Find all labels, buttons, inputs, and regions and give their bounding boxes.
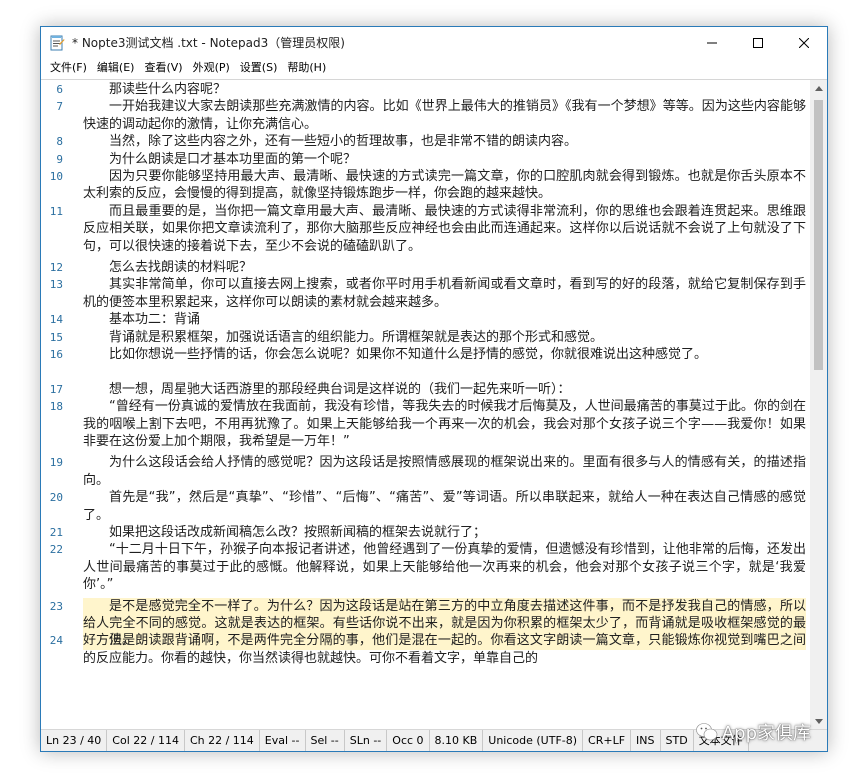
chevron-up-icon [814, 86, 823, 91]
status-encoding[interactable]: Unicode (UTF-8) [483, 730, 584, 751]
line-number: 11 [49, 204, 63, 218]
line-number: 9 [56, 152, 63, 166]
text-line[interactable]: 而且最重要的是，当你把一篇文章用最大声、最清晰、最快速的方式读得非常流利，你的思… [83, 203, 806, 255]
text-line[interactable]: 想一想，周星驰大话西游里的那段经典台词是这样说的（我们一起先来听一听）： [83, 381, 806, 398]
menu-settings[interactable]: 设置(S) [235, 58, 283, 78]
watermark: App家俱库 [696, 719, 811, 745]
text-line[interactable]: 但是朗读跟背诵啊，不是两件完全分隔的事，他们是混在一起的。你看这文字朗读一篇文章… [83, 632, 806, 667]
title-bar[interactable]: * Nopte3测试文档 .txt - Notepad3（管理员权限) [41, 27, 827, 58]
text-line[interactable]: 为什么这段话会给人抒情的感觉呢？因为这段话是按照情感展现的框架说出来的。里面有很… [83, 454, 806, 489]
minimize-button[interactable] [689, 27, 735, 58]
status-file-size: 8.10 KB [430, 730, 484, 751]
text-line[interactable]: 那读些什么内容呢？ [83, 81, 806, 98]
menu-view[interactable]: 查看(V) [139, 58, 187, 78]
status-selection: Sel -- [306, 730, 345, 751]
maximize-icon [753, 37, 763, 48]
menu-help[interactable]: 帮助(H) [282, 58, 331, 78]
status-column[interactable]: Col 22 / 114 [107, 730, 185, 751]
maximize-button[interactable] [735, 27, 781, 58]
text-content[interactable]: 那读些什么内容呢？ 一开始我建议大家去朗读那些充满激情的内容。比如《世界上最伟大的… [83, 80, 810, 730]
line-number: 7 [56, 100, 63, 114]
text-line[interactable]: 其实非常简单，你可以直接去网上搜索，或者你平时用手机看新闻或看文章时，看到写的好… [83, 276, 806, 311]
status-insert-mode[interactable]: INS [631, 730, 661, 751]
scroll-up-button[interactable] [810, 80, 827, 97]
line-number: 19 [49, 456, 63, 470]
editor-area[interactable]: 6 7 8 9 10 11 12 13 14 15 16 17 18 19 20 21 22 23 24 那读些什么… [41, 79, 827, 730]
notepad-app-icon [49, 35, 65, 51]
text-line[interactable]: 首先是“我”，然后是“真挚”、“珍惜”、“后悔”、“痛苦”、爱”等词语。所以串联… [83, 489, 806, 524]
line-number: 10 [49, 170, 63, 183]
text-line[interactable]: 如果把这段话改成新闻稿怎么改？按照新闻稿的框架去说就行了； [83, 524, 806, 541]
status-line[interactable]: Ln 23 / 40 [41, 730, 108, 751]
status-occurrences: Occ 0 [387, 730, 430, 751]
line-number: 13 [49, 278, 63, 292]
line-number: 8 [56, 135, 63, 149]
line-number: 24 [49, 634, 63, 648]
line-number: 23 [49, 599, 63, 613]
line-number: 6 [56, 83, 63, 96]
status-std[interactable]: STD [661, 730, 694, 751]
text-line[interactable]: “曾经有一份真诚的爱情放在我面前，我没有珍惜，等我失去的时候我才后悔莫及，人世间… [83, 398, 806, 450]
line-number: 14 [49, 313, 63, 327]
text-line[interactable]: 因为只要你能够坚持用最大声、最清晰、最快速的方式读完一篇文章，你的口腔肌肉就会得… [83, 168, 806, 203]
close-icon [799, 37, 809, 48]
scroll-down-button[interactable] [810, 713, 827, 730]
menu-file[interactable]: 文件(F) [45, 58, 92, 78]
line-number: 18 [49, 400, 63, 414]
line-number: 16 [49, 348, 63, 361]
watermark-text: App家俱库 [721, 723, 811, 744]
text-line[interactable]: 为什么朗读是口才基本功里面的第一个呢？ [83, 151, 806, 168]
status-line-ending[interactable]: CR+LF [583, 730, 632, 751]
text-line[interactable]: 一开始我建议大家去朗读那些充满激情的内容。比如《世界上最伟大的推销员》《我有一个… [83, 98, 806, 133]
status-char[interactable]: Ch 22 / 114 [185, 730, 260, 751]
menu-edit[interactable]: 编辑(E) [92, 58, 140, 78]
line-number: 22 [49, 543, 63, 557]
minimize-icon [707, 42, 717, 43]
text-line[interactable]: 背诵就是积累框架，加强说话语言的组织能力。所谓框架就是表达的那个形式和感觉。 [83, 329, 806, 346]
menu-bar: 文件(F) 编辑(E) 查看(V) 外观(P) 设置(S) 帮助(H) [41, 58, 827, 78]
text-line[interactable]: 基本功二：背诵 [83, 311, 806, 328]
line-number: 12 [49, 261, 63, 274]
vertical-scrollbar[interactable] [810, 80, 827, 730]
status-selected-lines: SLn -- [345, 730, 388, 751]
line-number: 15 [49, 330, 63, 344]
scrollbar-thumb[interactable] [814, 100, 823, 370]
chevron-down-icon [814, 719, 823, 724]
wechat-icon [696, 723, 718, 741]
text-line[interactable]: 怎么去找朗读的材料呢？ [83, 259, 806, 276]
window-title: * Nopte3测试文档 .txt - Notepad3（管理员权限) [72, 36, 345, 50]
line-number: 20 [49, 491, 63, 505]
close-button[interactable] [781, 27, 827, 58]
line-number-gutter: 6 7 8 9 10 11 12 13 14 15 16 17 18 19 20 21 22 23 24 [41, 80, 71, 730]
text-line[interactable]: 当然，除了这些内容之外，还有一些短小的哲理故事，也是非常不错的朗读内容。 [83, 133, 806, 150]
menu-appearance[interactable]: 外观(P) [188, 58, 235, 78]
text-line[interactable]: 比如你想说一些抒情的话，你会怎么说呢？如果你不知道什么是抒情的感觉，你就很难说出… [83, 346, 806, 363]
text-line[interactable]: “十二月十日下午，孙猴子向本报记者讲述，他曾经遇到了一份真挚的爱情，但遗憾没有珍… [83, 541, 806, 593]
line-number: 17 [49, 382, 63, 396]
status-eval: Eval -- [260, 730, 306, 751]
notepad3-window: * Nopte3测试文档 .txt - Notepad3（管理员权限) 文件(F… [40, 26, 828, 752]
line-number: 21 [49, 526, 63, 539]
